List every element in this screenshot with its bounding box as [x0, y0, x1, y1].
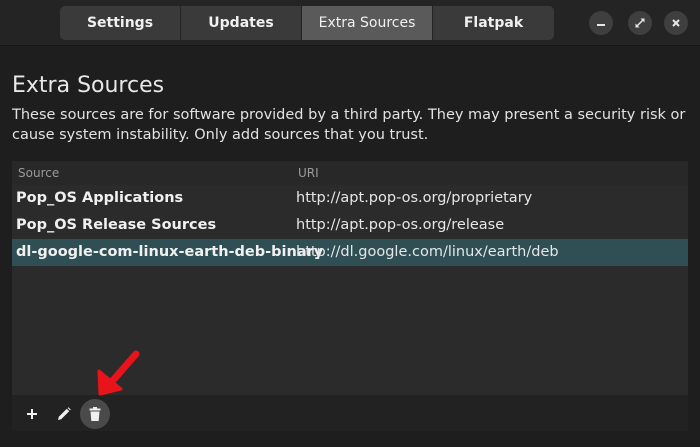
list-toolbar [12, 395, 688, 431]
page-description: These sources are for software provided … [12, 107, 686, 143]
source-row[interactable]: Pop_OS Applications http://apt.pop-os.or… [12, 185, 688, 212]
maximize-icon [635, 18, 645, 28]
close-icon [672, 19, 680, 27]
add-source-button[interactable] [17, 399, 47, 429]
edit-source-button[interactable] [49, 399, 79, 429]
source-uri: http://apt.pop-os.org/release [296, 217, 505, 233]
minimize-icon [597, 24, 605, 26]
page-title: Extra Sources [12, 73, 165, 98]
tab-extra-sources[interactable]: Extra Sources [302, 6, 433, 40]
source-name: dl-google-com-linux-earth-deb-binary [16, 244, 324, 260]
source-uri: http://dl.google.com/linux/earth/deb [296, 244, 559, 260]
column-header-uri[interactable]: URI [298, 166, 319, 180]
close-button[interactable] [664, 11, 688, 35]
source-name: Pop_OS Applications [16, 190, 184, 206]
tab-flatpak[interactable]: Flatpak [433, 6, 554, 40]
column-header-source[interactable]: Source [18, 166, 59, 180]
source-name: Pop_OS Release Sources [16, 217, 217, 233]
header-bar: Settings Updates Extra Sources Flatpak [0, 0, 700, 46]
delete-source-button[interactable] [80, 399, 110, 429]
tab-updates[interactable]: Updates [181, 6, 302, 40]
source-uri: http://apt.pop-os.org/proprietary [296, 190, 533, 206]
source-row-selected[interactable]: dl-google-com-linux-earth-deb-binary htt… [12, 239, 688, 266]
view-switcher: Settings Updates Extra Sources Flatpak [60, 6, 554, 40]
edit-icon [58, 407, 71, 420]
list-header: Source URI [12, 161, 688, 185]
source-row[interactable]: Pop_OS Release Sources http://apt.pop-os… [12, 212, 688, 239]
add-icon [27, 409, 37, 419]
minimize-button[interactable] [589, 11, 613, 35]
tab-settings[interactable]: Settings [60, 6, 181, 40]
sources-list: Source URI Pop_OS Applications http://ap… [12, 161, 688, 431]
delete-icon [89, 407, 101, 421]
maximize-button[interactable] [628, 11, 652, 35]
